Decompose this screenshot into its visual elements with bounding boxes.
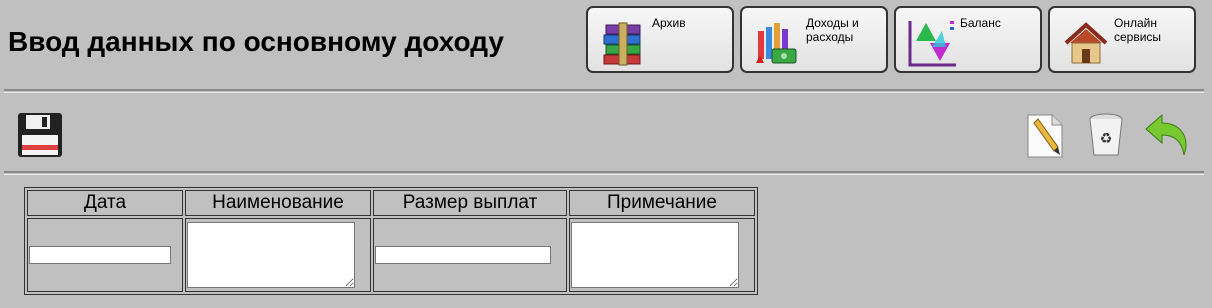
income-table: Дата Наименование Размер выплат Примечан…: [24, 187, 758, 295]
income-expenses-icon: [752, 17, 804, 69]
green-back-arrow-icon: [1144, 113, 1194, 163]
column-header-amount: Размер выплат: [373, 190, 567, 216]
save-button[interactable]: [16, 111, 64, 164]
house-icon: [1060, 17, 1112, 69]
delete-button[interactable]: ♻: [1084, 111, 1128, 164]
archive-label: Архив: [652, 16, 686, 30]
back-button[interactable]: [1144, 111, 1194, 164]
amount-input[interactable]: [375, 246, 551, 264]
note-textarea[interactable]: [571, 222, 739, 288]
svg-text:♻: ♻: [1100, 131, 1113, 147]
balance-button[interactable]: Баланс: [894, 6, 1042, 73]
online-services-button[interactable]: Онлайн сервисы: [1048, 6, 1196, 73]
balance-label: Баланс: [960, 16, 1001, 30]
table-row: [27, 218, 755, 292]
floppy-disk-icon: [16, 113, 64, 163]
archive-button[interactable]: Архив: [586, 6, 734, 73]
name-textarea[interactable]: [187, 222, 355, 288]
column-header-date: Дата: [27, 190, 183, 216]
new-record-button[interactable]: [1024, 111, 1068, 164]
column-header-name: Наименование: [185, 190, 371, 216]
divider: [4, 171, 1204, 175]
online-services-label: Онлайн сервисы: [1114, 16, 1162, 44]
page-title: Ввод данных по основному доходу: [8, 26, 504, 57]
income-expenses-button[interactable]: Доходы и расходы: [740, 6, 888, 73]
pencil-document-icon: [1024, 114, 1068, 163]
income-expenses-label: Доходы и расходы: [806, 16, 859, 44]
balance-chart-icon: [906, 17, 958, 69]
archive-books-icon: [598, 17, 650, 69]
trash-recycle-icon: ♻: [1084, 113, 1128, 163]
column-header-note: Примечание: [569, 190, 755, 216]
date-input[interactable]: [29, 246, 171, 264]
divider: [4, 89, 1204, 93]
